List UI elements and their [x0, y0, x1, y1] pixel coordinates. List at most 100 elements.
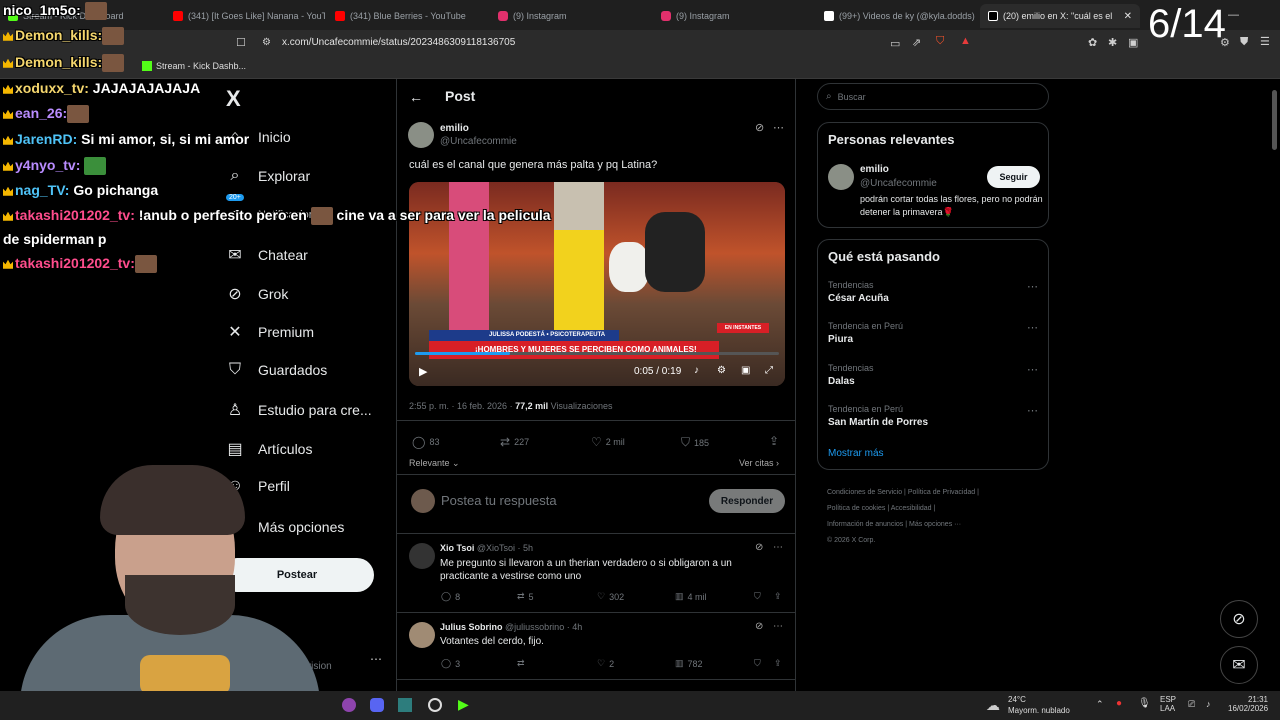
grok-icon[interactable]: ⊘: [755, 542, 763, 553]
like-action[interactable]: ♡ 302: [597, 591, 624, 602]
tab-youtube-1[interactable]: (341) [It Goes Like] Nanana - YouTub: [165, 4, 325, 28]
relevant-name[interactable]: emilio: [860, 164, 889, 175]
avatar[interactable]: [409, 543, 435, 569]
footer-link[interactable]: Accesibilidad: [891, 505, 932, 512]
bookmark-action[interactable]: ⛉ 185: [681, 435, 709, 450]
nav-articles[interactable]: ▤ Artículos: [226, 439, 312, 459]
more-icon[interactable]: ⋯: [773, 621, 783, 632]
extension-icon[interactable]: ✿: [1088, 36, 1097, 49]
tab-instagram-2[interactable]: (9) Instagram: [653, 4, 813, 28]
sidebar-icon[interactable]: ▣: [1128, 36, 1138, 49]
like-action[interactable]: ♡ 2: [597, 658, 614, 669]
more-icon[interactable]: ⋯: [1027, 280, 1038, 293]
nav-chat[interactable]: ✉ Chatear: [226, 245, 308, 265]
pip-icon[interactable]: ▣: [741, 365, 750, 376]
repost-action[interactable]: ⇄ 5: [517, 591, 534, 602]
reply-action[interactable]: ◯ 83: [412, 435, 439, 449]
more-icon[interactable]: ⋯: [1027, 321, 1038, 334]
grok-icon[interactable]: ⊘: [755, 121, 764, 134]
url-input[interactable]: x.com/Uncafecommie/status/20234863091181…: [282, 37, 515, 48]
play-icon[interactable]: ▶: [419, 365, 427, 378]
account-menu-icon[interactable]: ⋯: [370, 652, 382, 666]
rewards-icon[interactable]: ▲: [960, 35, 971, 47]
app-icon[interactable]: [398, 698, 412, 712]
reply-author[interactable]: Xio Tsoi @XioTsoi · 5h: [440, 543, 533, 553]
more-icon[interactable]: ⋯: [773, 542, 783, 553]
avatar[interactable]: [409, 622, 435, 648]
more-icon[interactable]: ⋯: [773, 121, 784, 134]
weather-desc[interactable]: Mayorm. nublado: [1008, 706, 1070, 715]
footer-link[interactable]: Política de cookies: [827, 505, 885, 512]
bookmark-icon[interactable]: ⛉: [754, 591, 761, 602]
site-info-icon[interactable]: ⚙: [262, 37, 271, 48]
vpn-icon[interactable]: ⛊: [1240, 36, 1248, 49]
network-icon[interactable]: ⎚: [1188, 699, 1195, 710]
footer-link[interactable]: Información de anuncios: [827, 521, 903, 528]
menu-icon[interactable]: ☰: [1260, 35, 1270, 48]
nav-grok[interactable]: ⊘ Grok: [226, 284, 288, 304]
share-icon[interactable]: ⇗: [912, 36, 921, 49]
grok-float-icon[interactable]: ⊘: [1220, 600, 1258, 638]
tray-chevron-icon[interactable]: ⌃: [1096, 699, 1104, 710]
show-more-link[interactable]: Mostrar más: [828, 448, 884, 459]
tab-x-active[interactable]: (20) emilio en X: "cuál es el cana ✕: [980, 4, 1140, 28]
more-icon[interactable]: ⋯: [1027, 404, 1038, 417]
tab-youtube-2[interactable]: (341) Blue Berries - YouTube: [327, 4, 487, 28]
puzzle-icon[interactable]: ✱: [1108, 36, 1117, 49]
nav-premium[interactable]: ✕ Premium: [226, 322, 314, 342]
x-logo[interactable]: X: [226, 86, 241, 112]
repost-action[interactable]: ⇄: [517, 658, 529, 669]
bookmark-icon[interactable]: ⛉: [754, 658, 761, 669]
window-controls[interactable]: —: [1228, 9, 1239, 21]
avatar[interactable]: [828, 164, 854, 190]
nav-studio[interactable]: ♙ Estudio para cre...: [226, 400, 372, 420]
kick-icon[interactable]: ▶: [458, 696, 469, 713]
video-progress[interactable]: [415, 352, 779, 355]
like-action[interactable]: ♡ 2 mil: [591, 435, 625, 449]
brave-shield-icon[interactable]: ⛉: [936, 35, 944, 48]
bookmark-star-icon[interactable]: ☐: [236, 36, 246, 49]
views-action[interactable]: ▥ 782: [675, 658, 703, 669]
search-input[interactable]: ⌕ Buscar: [817, 83, 1049, 110]
discord-icon[interactable]: [370, 698, 384, 712]
volume-icon[interactable]: ♪: [1206, 699, 1211, 709]
close-tab-icon[interactable]: ✕: [1124, 11, 1132, 22]
tab-instagram-1[interactable]: (9) Instagram: [490, 4, 650, 28]
scrollbar[interactable]: [1272, 90, 1277, 150]
settings-icon[interactable]: ⚙: [717, 365, 726, 376]
trend-item[interactable]: Tendencia en Perú Piura: [828, 321, 903, 345]
lang-indicator[interactable]: ESP LAA: [1160, 695, 1176, 713]
author-name[interactable]: emilio: [440, 123, 469, 134]
bookmark-kick[interactable]: Stream - Kick Dashb...: [142, 61, 246, 71]
app-icon[interactable]: [342, 698, 356, 712]
reply-button[interactable]: Responder: [709, 489, 785, 513]
clock[interactable]: 21:31 16/02/2026: [1228, 695, 1268, 713]
trend-item[interactable]: Tendencias César Acuña: [828, 280, 889, 304]
nav-explore[interactable]: ⌕ Explorar: [226, 167, 311, 185]
views-action[interactable]: ▥ 4 mil: [675, 591, 707, 602]
repost-action[interactable]: ⇄ 227: [500, 435, 529, 449]
messages-float-icon[interactable]: ✉: [1220, 646, 1258, 684]
avatar[interactable]: [408, 122, 434, 148]
volume-icon[interactable]: ♪: [694, 365, 699, 376]
author-handle[interactable]: @Uncafecommie: [440, 136, 517, 147]
reply-input[interactable]: Postea tu respuesta: [441, 493, 557, 508]
fullscreen-icon[interactable]: ⤢: [765, 365, 773, 376]
trend-item[interactable]: Tendencia en Perú San Martín de Porres: [828, 404, 928, 428]
tab-tiktok[interactable]: (99+) Videos de ky (@kyla.dodds) co: [816, 4, 976, 28]
footer-link[interactable]: Política de Privacidad: [908, 489, 975, 496]
relevant-handle[interactable]: @Uncafecommie: [860, 178, 937, 189]
weather-temp[interactable]: 24°C: [1008, 695, 1026, 704]
grok-icon[interactable]: ⊘: [755, 621, 763, 632]
back-arrow-icon[interactable]: ←: [409, 89, 423, 105]
mic-icon[interactable]: 🎙: [1138, 698, 1151, 709]
reply-action[interactable]: ◯ 8: [441, 591, 460, 602]
trend-item[interactable]: Tendencias Dalas: [828, 363, 874, 387]
footer-link[interactable]: Más opciones ···: [909, 521, 961, 528]
share-icon[interactable]: ⇪: [774, 591, 782, 602]
nav-bookmarks[interactable]: ⛉ Guardados: [226, 361, 327, 379]
footer-link[interactable]: Condiciones de Servicio: [827, 489, 902, 496]
tray-app-icon[interactable]: ●: [1116, 698, 1122, 709]
more-icon[interactable]: ⋯: [1027, 363, 1038, 376]
share-icon[interactable]: ⇪: [769, 434, 779, 448]
